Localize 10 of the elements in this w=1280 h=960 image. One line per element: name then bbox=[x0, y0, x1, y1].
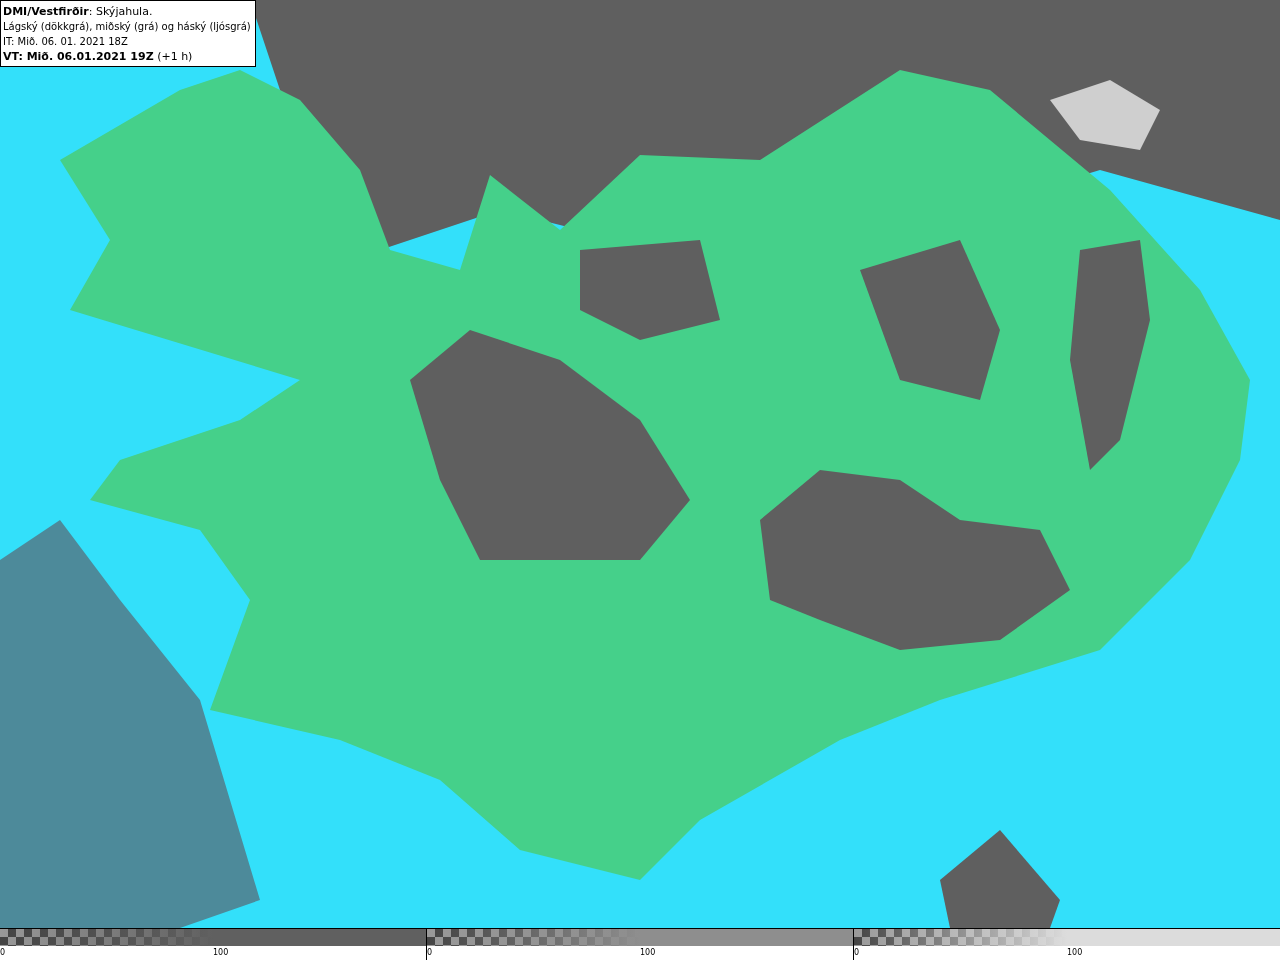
tick-label: 0 bbox=[427, 948, 433, 957]
tick-label: 100 bbox=[1067, 948, 1083, 957]
tick-label: 0 bbox=[854, 948, 860, 957]
tick-label: 100 bbox=[640, 948, 656, 957]
tick-label: 0 bbox=[0, 948, 6, 957]
initial-time: IT: Mið. 06. 01. 2021 18Z bbox=[3, 35, 129, 49]
legend-title: DMI/Vestfirðir: Skýjahula. bbox=[3, 4, 154, 19]
valid-time: VT: Mið. 06.01.2021 19Z (+1 h) bbox=[3, 49, 194, 64]
tick-label: 100 bbox=[213, 948, 229, 957]
legend-description: Lágský (dökkgrá), miðský (grá) og háský (ljósgrá) bbox=[3, 20, 251, 34]
